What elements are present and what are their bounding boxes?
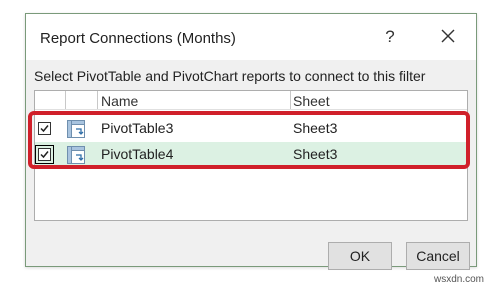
title-bar: Report Connections (Months) ? [26, 14, 476, 60]
checkmark-icon [40, 125, 49, 133]
report-connections-dialog: Report Connections (Months) ? Select Piv… [25, 13, 477, 270]
list-header: Name Sheet [35, 91, 467, 110]
pivot-table-icon [67, 146, 85, 164]
page: Report Connections (Months) ? Select Piv… [0, 0, 501, 290]
close-button[interactable] [434, 24, 462, 50]
row-name: PivotTable4 [101, 146, 174, 162]
report-list[interactable]: Name Sheet PivotTable3 Sheet3 PivotTable… [34, 90, 468, 221]
pivot-table-icon [67, 120, 85, 138]
row-name: PivotTable3 [101, 120, 174, 136]
column-separator[interactable] [290, 91, 291, 109]
help-button[interactable]: ? [378, 24, 402, 50]
instruction-text: Select PivotTable and PivotChart reports… [34, 68, 426, 84]
column-separator[interactable] [97, 91, 98, 109]
list-row-pivottable4[interactable]: PivotTable4 Sheet3 [35, 142, 467, 168]
row-checkbox[interactable] [38, 122, 51, 135]
dialog-title: Report Connections (Months) [40, 30, 236, 47]
row-sheet: Sheet3 [293, 120, 338, 136]
watermark: wsxdn.com [434, 274, 485, 285]
column-header-sheet[interactable]: Sheet [293, 93, 330, 109]
cancel-button[interactable]: Cancel [406, 242, 470, 270]
row-checkbox[interactable] [35, 145, 54, 164]
row-sheet: Sheet3 [293, 146, 338, 162]
ok-button[interactable]: OK [328, 242, 392, 270]
column-separator[interactable] [65, 91, 66, 109]
list-row-pivottable3[interactable]: PivotTable3 Sheet3 [35, 116, 467, 142]
checkmark-icon [40, 151, 49, 159]
close-icon [441, 29, 455, 43]
column-header-name[interactable]: Name [101, 93, 138, 109]
